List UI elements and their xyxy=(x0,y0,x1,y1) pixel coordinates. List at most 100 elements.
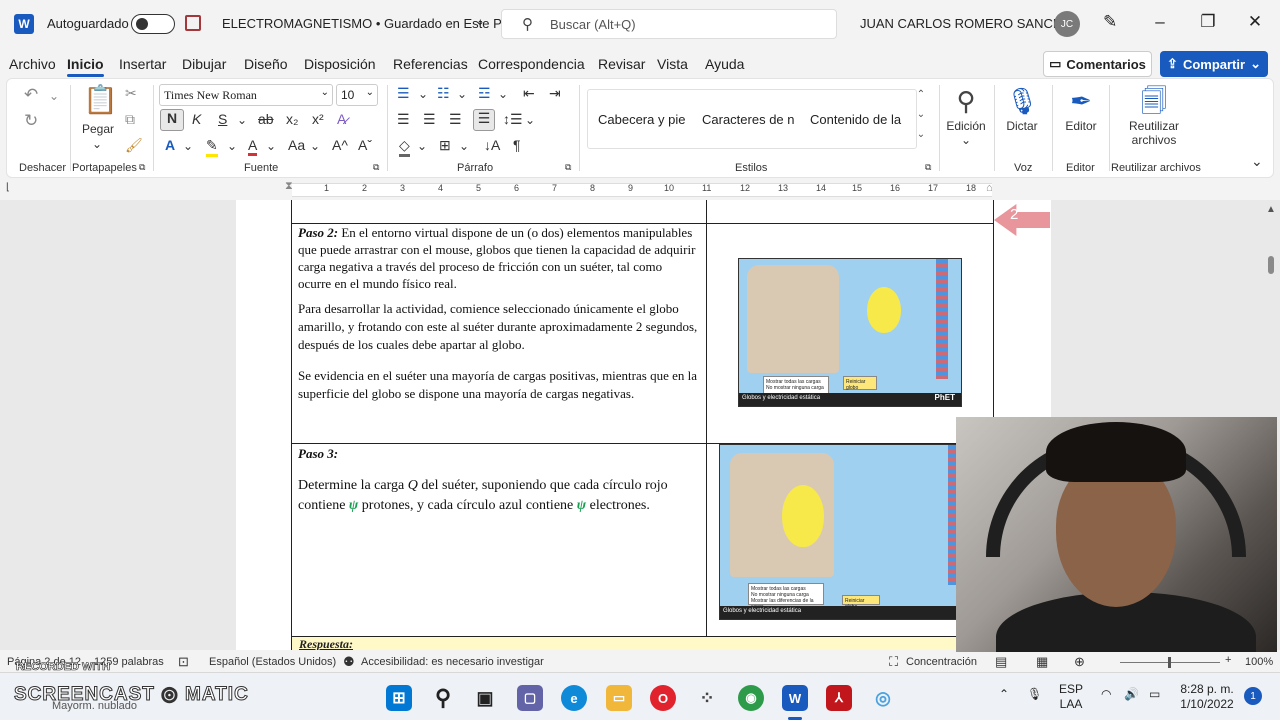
superscript-icon[interactable]: x² xyxy=(312,111,324,127)
teams-chat-icon[interactable]: ▢ xyxy=(517,685,543,711)
chevron-down-icon[interactable]: ⌄ xyxy=(237,113,247,127)
chevron-down-icon[interactable]: ⌄ xyxy=(457,87,467,101)
weather-status[interactable]: Mayorm. nublado xyxy=(52,700,137,712)
edge-browser-icon[interactable]: e xyxy=(561,685,587,711)
chevron-down-icon[interactable]: ⌄ xyxy=(227,139,237,153)
minimize-icon[interactable]: – xyxy=(1150,12,1170,32)
strikethrough-icon[interactable]: ab xyxy=(258,111,274,127)
editor-button[interactable]: ✒ Editor xyxy=(1059,83,1103,133)
subscript-icon[interactable]: x₂ xyxy=(286,111,298,127)
chevron-down-icon[interactable]: ⌄ xyxy=(459,139,469,153)
justify-icon[interactable]: ☰ xyxy=(473,109,495,131)
file-explorer-icon[interactable]: ▭ xyxy=(606,685,632,711)
word-app-icon[interactable]: W xyxy=(782,685,808,711)
tab-diseno[interactable]: Diseño xyxy=(244,56,288,72)
tab-referencias[interactable]: Referencias xyxy=(393,56,468,72)
close-icon[interactable]: ✕ xyxy=(1245,12,1265,32)
focus-icon[interactable]: ⛶ xyxy=(889,654,898,670)
style-item[interactable]: Caracteres de n xyxy=(702,112,800,127)
search-icon[interactable]: ⚲ xyxy=(430,685,456,711)
ruler-bar[interactable] xyxy=(292,183,992,197)
focus-label[interactable]: Concentración xyxy=(906,656,977,668)
task-view-icon[interactable]: ▣ xyxy=(472,685,498,711)
chevron-down-icon[interactable]: ⌄ xyxy=(418,87,428,101)
tab-disposicion[interactable]: Disposición xyxy=(304,56,376,72)
paso3-title[interactable]: Paso 3: xyxy=(298,445,338,462)
zoom-in-icon[interactable]: + xyxy=(1225,654,1231,666)
underline-icon[interactable]: S xyxy=(218,111,227,127)
sort-icon[interactable]: ↓A xyxy=(484,137,500,153)
style-item[interactable]: Contenido de la xyxy=(810,112,910,127)
chevron-down-icon[interactable]: ⌄ xyxy=(913,109,929,129)
dialog-launcher-icon[interactable]: ⧉ xyxy=(373,162,379,173)
respuesta-label[interactable]: Respuesta: xyxy=(292,637,956,650)
chevron-down-icon[interactable]: ⌄ xyxy=(525,113,535,127)
share-button[interactable]: ⇪ Compartir ⌄ xyxy=(1160,51,1268,77)
collapse-ribbon-icon[interactable]: ⌄ xyxy=(1251,153,1263,170)
dialog-launcher-icon[interactable]: ⧉ xyxy=(925,162,931,173)
indent-marker-icon[interactable]: ⧗ xyxy=(285,180,293,193)
more-styles-icon[interactable]: ⌄ xyxy=(913,129,929,149)
dictate-button[interactable]: 🎙 Dictar xyxy=(1002,83,1042,133)
cut-icon[interactable]: ✂ xyxy=(125,85,137,102)
save-icon[interactable] xyxy=(185,15,201,31)
clipboard-icon[interactable]: 📋 xyxy=(83,83,118,116)
paso2-paragraph-2[interactable]: Para desarrollar la actividad, comience … xyxy=(298,300,698,354)
screen-recorder-icon[interactable]: ◎ xyxy=(870,685,896,711)
chevron-down-icon[interactable]: ⌄ xyxy=(475,14,485,28)
shrink-font-icon[interactable]: Aˇ xyxy=(358,137,372,153)
numbering-icon[interactable]: ☷ xyxy=(437,85,450,102)
align-center-icon[interactable]: ☰ xyxy=(423,111,436,128)
tab-inicio[interactable]: Inicio xyxy=(67,56,104,77)
battery-icon[interactable]: ▭ xyxy=(1149,687,1160,702)
tab-vista[interactable]: Vista xyxy=(657,56,688,72)
editing-button[interactable]: ⚲ Edición ⌄ xyxy=(943,83,989,147)
user-name[interactable]: JUAN CARLOS ROMERO SANCHEZ xyxy=(860,16,1079,31)
shading-icon[interactable]: ◇ xyxy=(399,137,410,157)
accessibility-status[interactable]: Accesibilidad: es necesario investigar xyxy=(361,656,544,668)
designer-pen-icon[interactable]: ✎ xyxy=(1103,12,1117,32)
line-spacing-icon[interactable]: ↕☰ xyxy=(503,111,523,128)
microphone-icon[interactable]: 🎙 xyxy=(1027,687,1042,702)
undo-icon[interactable]: ↶ xyxy=(24,85,38,105)
language[interactable]: Español (Estados Unidos) xyxy=(209,656,336,668)
style-item[interactable]: Cabecera y pie xyxy=(598,112,693,127)
dialog-launcher-icon[interactable]: ⧉ xyxy=(565,162,571,173)
phet-simulation-image-2[interactable]: Mostrar todas las cargas No mostrar ning… xyxy=(719,444,959,620)
windows-start-icon[interactable]: ⊞ xyxy=(386,685,412,711)
text-effects-icon[interactable]: A xyxy=(165,137,175,153)
highlight-icon[interactable]: ✎ xyxy=(206,137,218,157)
zoom-slider-thumb[interactable] xyxy=(1168,657,1171,668)
proofing-icon[interactable]: ⊡ xyxy=(178,654,189,670)
paste-label[interactable]: Pegar xyxy=(82,122,114,136)
align-right-icon[interactable]: ☰ xyxy=(449,111,462,128)
grow-font-icon[interactable]: A^ xyxy=(332,137,348,153)
paso2-paragraph-1[interactable]: Paso 2: En el entorno virtual dispone de… xyxy=(298,224,698,292)
tab-correspondencia[interactable]: Correspondencia xyxy=(478,56,585,72)
right-indent-marker-icon[interactable]: ⌂ xyxy=(986,182,993,194)
chevron-down-icon[interactable]: ⌄ xyxy=(498,87,508,101)
chevron-down-icon[interactable]: ⌄ xyxy=(92,137,102,151)
chevron-down-icon[interactable]: ⌄ xyxy=(266,139,276,153)
dialog-launcher-icon[interactable]: ⧉ xyxy=(139,162,145,173)
decrease-indent-icon[interactable]: ⇤ xyxy=(523,85,535,102)
zoom-level[interactable]: 100% xyxy=(1245,656,1273,668)
tab-selector-icon[interactable]: ⌊ xyxy=(6,182,10,193)
autosave-toggle[interactable] xyxy=(131,14,175,34)
pdf-reader-icon[interactable]: ⅄ xyxy=(826,685,852,711)
phet-simulation-image-1[interactable]: Mostrar todas las cargas No mostrar ning… xyxy=(738,258,962,407)
opera-browser-icon[interactable]: O xyxy=(650,685,676,711)
restore-icon[interactable]: ❐ xyxy=(1198,12,1218,32)
wifi-icon[interactable]: ◠ xyxy=(1101,687,1111,702)
align-left-icon[interactable]: ☰ xyxy=(397,111,410,128)
paso3-paragraph[interactable]: Determine la carga Q del suéter, suponie… xyxy=(298,476,698,516)
document-title[interactable]: ELECTROMAGNETISMO • Guardado en Este PC xyxy=(222,16,511,31)
font-color-icon[interactable]: A xyxy=(248,137,258,156)
read-mode-icon[interactable]: ▤ xyxy=(995,654,1007,670)
paso2-paragraph-3[interactable]: Se evidencia en el suéter una mayoría de… xyxy=(298,367,698,403)
chevron-up-icon[interactable]: ⌃ xyxy=(913,89,929,109)
chevron-down-icon[interactable]: ⌄ xyxy=(49,89,59,103)
chevron-down-icon[interactable]: ⌄ xyxy=(417,139,427,153)
tab-archivo[interactable]: Archivo xyxy=(9,56,56,72)
change-case-icon[interactable]: Aa xyxy=(288,137,305,153)
